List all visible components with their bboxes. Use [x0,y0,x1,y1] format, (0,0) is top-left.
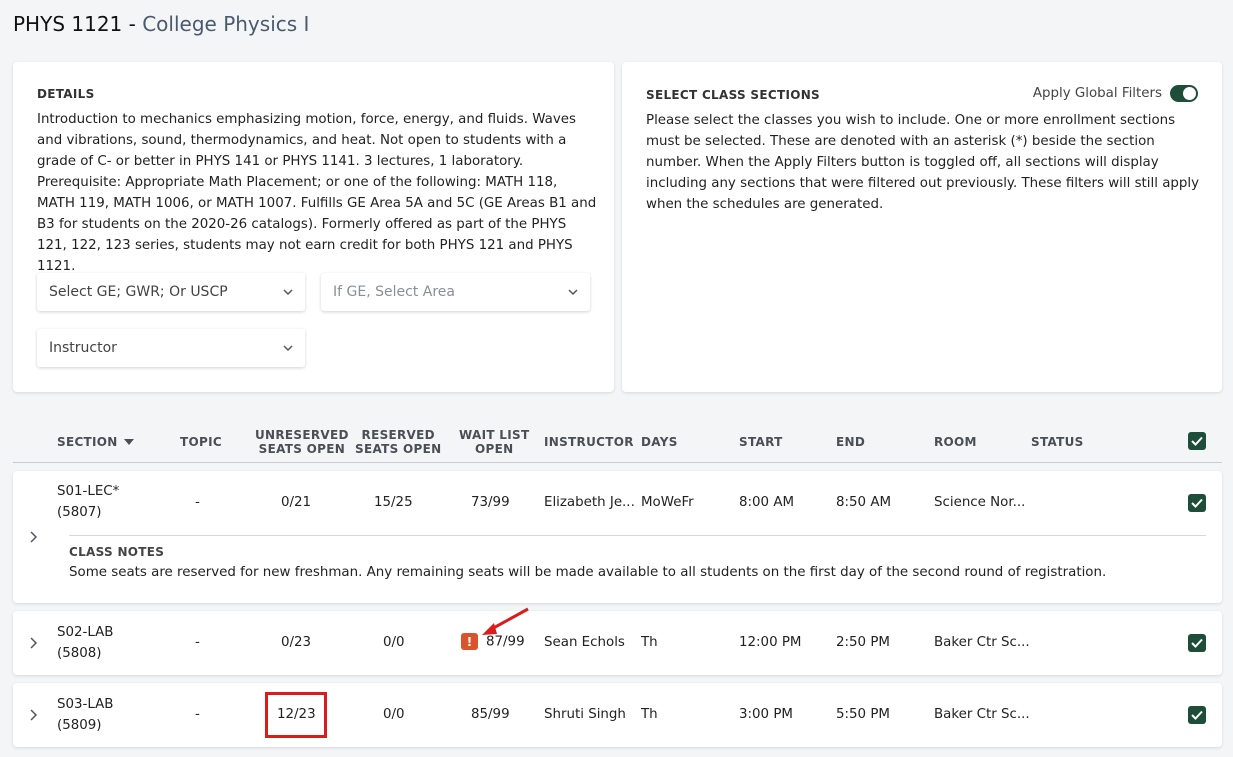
toggle-knob [1183,87,1196,100]
page-title: PHYS 1121 - College Physics I [13,12,309,36]
course-name: College Physics I [142,12,310,36]
chevron-down-icon [283,345,293,352]
global-filters-toggle[interactable] [1170,85,1198,102]
column-header-status: STATUS [1031,435,1084,449]
column-header-unreserved: UNRESERVED SEATS OPEN [255,428,349,456]
column-header-room: ROOM [934,435,977,449]
ge-select[interactable]: Select GE; GWR; Or USCP [37,273,305,311]
annotation-arrow-icon [482,607,529,635]
days-cell: Th [641,635,658,650]
instructor-cell: Sean Echols [544,635,625,650]
chevron-right-icon[interactable] [28,531,38,543]
class-notes-heading: CLASS NOTES [69,545,165,559]
check-icon [1191,498,1203,508]
unreserved-cell: 0/23 [281,635,312,650]
class-number: (5808) [57,646,102,661]
waitlist-line-1: WAIT LIST [459,428,530,442]
column-header-section[interactable]: SECTION [57,435,134,449]
class-number: (5809) [57,718,102,733]
end-cell: 5:50 PM [836,707,890,722]
instructor-cell: Shruti Singh [544,707,626,722]
room-cell: Science Nor... [934,495,1026,510]
instructor-select[interactable]: Instructor [37,329,305,367]
reserved-line-2: SEATS OPEN [355,442,442,456]
class-sections-description: Please select the classes you wish to in… [646,113,1200,212]
topic-cell: - [195,707,200,722]
chevron-down-icon [568,289,578,296]
reserved-cell: 0/0 [383,635,405,650]
chevron-down-icon [283,289,293,296]
select-all-checkbox[interactable] [1188,432,1206,450]
global-filters-label: Apply Global Filters [1032,86,1162,101]
topic-cell: - [195,635,200,650]
ge-area-placeholder: If GE, Select Area [333,284,455,300]
section-id: S01-LEC* [57,484,120,499]
table-row: S01-LEC* (5807) - 0/21 15/25 73/99 Eliza… [13,471,1222,603]
reserved-cell: 15/25 [374,495,413,510]
days-cell: Th [641,707,658,722]
course-description: Introduction to mechanics emphasizing mo… [37,112,597,274]
table-row: S02-LAB (5808) - 0/23 0/0 ! 87/99 Sean Ec… [13,611,1222,675]
instructor-select-value: Instructor [49,340,117,356]
class-sections-heading: SELECT CLASS SECTIONS [646,88,821,102]
details-card: DETAILS Introduction to mechanics emphas… [13,62,614,392]
ge-select-value: Select GE; GWR; Or USCP [49,284,228,300]
section-cell: S03-LAB (5809) [57,694,114,736]
room-cell: Baker Ctr Sc... [934,635,1030,650]
column-header-waitlist: WAIT LIST OPEN [459,428,529,456]
table-row: S03-LAB (5809) - 12/23 0/0 85/99 Shruti … [13,683,1222,747]
course-code: PHYS 1121 [13,12,123,36]
waitlist-cell: 73/99 [471,495,510,510]
room-cell: Baker Ctr Sc... [934,707,1030,722]
notes-divider [69,535,1206,536]
end-cell: 2:50 PM [836,635,890,650]
start-cell: 8:00 AM [739,495,795,510]
section-id: S03-LAB [57,697,114,712]
row-select-checkbox[interactable] [1188,706,1206,724]
chevron-right-icon[interactable] [28,637,38,649]
column-header-days: DAYS [641,435,678,449]
column-header-end: END [836,435,866,449]
column-header-instructor: INSTRUCTOR [544,435,634,449]
class-sections-card: SELECT CLASS SECTIONS Apply Global Filte… [622,62,1222,392]
details-heading: DETAILS [37,87,95,101]
section-cell: S01-LEC* (5807) [57,481,119,523]
check-icon [1191,710,1203,720]
row-select-checkbox[interactable] [1188,634,1206,652]
ge-area-select[interactable]: If GE, Select Area [321,273,590,311]
column-header-topic: TOPIC [180,435,222,449]
global-filters-toggle-group: Apply Global Filters [1033,85,1198,102]
waitlist-line-2: OPEN [475,442,514,456]
class-number: (5807) [57,505,102,520]
topic-cell: - [195,495,200,510]
reserved-cell: 0/0 [383,707,405,722]
warning-icon: ! [461,633,478,650]
sort-down-icon [123,439,134,445]
reserved-line-1: RESERVED [361,428,435,442]
section-header-label: SECTION [57,435,118,449]
unreserved-line-2: SEATS OPEN [258,442,346,456]
unreserved-line-1: UNRESERVED [255,428,349,442]
unreserved-cell: 0/21 [281,495,312,510]
start-cell: 3:00 PM [739,707,793,722]
start-cell: 12:00 PM [739,635,802,650]
section-id: S02-LAB [57,625,114,640]
chevron-right-icon[interactable] [28,709,38,721]
column-header-reserved: RESERVED SEATS OPEN [355,428,441,456]
waitlist-cell: 85/99 [471,707,510,722]
row-select-checkbox[interactable] [1188,494,1206,512]
section-cell: S02-LAB (5808) [57,622,114,664]
annotation-highlight-box [265,692,327,738]
end-cell: 8:50 AM [836,495,892,510]
class-notes-text: Some seats are reserved for new freshman… [69,565,1107,580]
title-separator: - [122,12,143,36]
days-cell: MoWeFr [641,495,694,510]
instructor-cell: Elizabeth Je... [544,495,635,510]
header-divider [13,462,1222,463]
check-icon [1191,436,1203,446]
check-icon [1191,638,1203,648]
column-header-start: START [739,435,783,449]
